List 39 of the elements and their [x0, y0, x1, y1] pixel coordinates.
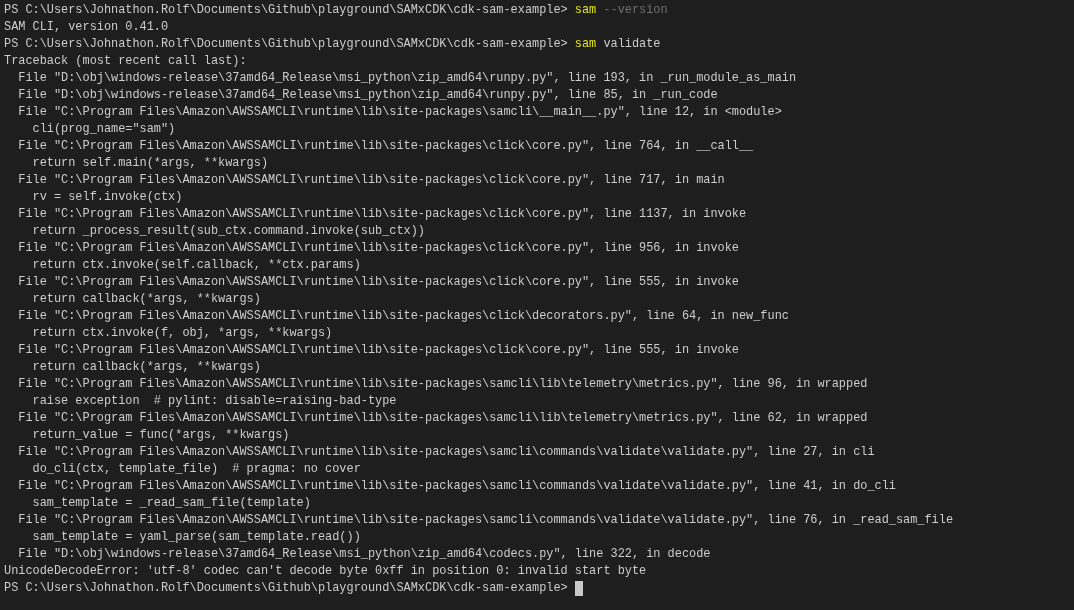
output-line: return _process_result(sub_ctx.command.invoke(sub_ctx)) [31, 223, 425, 240]
output-line: return callback(*args, **kwargs) [31, 291, 261, 308]
output-line: File "C:\Program Files\Amazon\AWSSAMCLI\runtime\lib\site-packages\samcli\lib\telemetry\metrics.py", line 96, in wrapped [17, 376, 868, 393]
output-line: SAM CLI, version 0.41.0 [4, 19, 169, 36]
command-text: sam [574, 36, 597, 53]
output-line: File "C:\Program Files\Amazon\AWSSAMCLI\runtime\lib\site-packages\samcli\commands\validate\validate.py", line 41, in do_cli [17, 478, 896, 495]
output-line: return ctx.invoke(self.callback, **ctx.params) [31, 257, 361, 274]
output-line: File "D:\obj\windows-release\37amd64_Release\msi_python\zip_amd64\runpy.py", line 193, in _run_module_as_main [17, 70, 797, 87]
output-line: File "C:\Program Files\Amazon\AWSSAMCLI\runtime\lib\site-packages\click\decorators.py", line 64, in new_func [17, 308, 789, 325]
argument-text: validate [603, 36, 661, 53]
output-line: File "C:\Program Files\Amazon\AWSSAMCLI\runtime\lib\site-packages\click\core.py", line 764, in __call__ [17, 138, 754, 155]
command-text: sam [574, 2, 597, 19]
output-line: File "C:\Program Files\Amazon\AWSSAMCLI\runtime\lib\site-packages\samcli\__main__.py", line 12, in <module> [17, 104, 782, 121]
output-line: sam_template = _read_sam_file(template) [31, 495, 311, 512]
output-line: do_cli(ctx, template_file) # pragma: no cover [31, 461, 361, 478]
output-line: File "C:\Program Files\Amazon\AWSSAMCLI\runtime\lib\site-packages\samcli\commands\validate\validate.py", line 76, in _read_sam_file [17, 512, 954, 529]
output-line: raise exception # pylint: disable=raising-bad-type [31, 393, 397, 410]
output-line: File "C:\Program Files\Amazon\AWSSAMCLI\runtime\lib\site-packages\click\core.py", line 555, in invoke [17, 274, 739, 291]
prompt-text: PS C:\Users\Johnathon.Rolf\Documents\Github\playground\SAMxCDK\cdk-sam-example> [4, 2, 568, 19]
output-line: return ctx.invoke(f, obj, *args, **kwargs) [31, 325, 333, 342]
output-line: return_value = func(*args, **kwargs) [31, 427, 290, 444]
output-line: return self.main(*args, **kwargs) [31, 155, 268, 172]
output-line: File "C:\Program Files\Amazon\AWSSAMCLI\runtime\lib\site-packages\click\core.py", line 555, in invoke [17, 342, 739, 359]
prompt-text: PS C:\Users\Johnathon.Rolf\Documents\Github\playground\SAMxCDK\cdk-sam-example> [4, 36, 568, 53]
output-line: File "C:\Program Files\Amazon\AWSSAMCLI\runtime\lib\site-packages\click\core.py", line 1137, in invoke [17, 206, 747, 223]
output-line: File "C:\Program Files\Amazon\AWSSAMCLI\runtime\lib\site-packages\samcli\commands\validate\validate.py", line 27, in cli [17, 444, 875, 461]
output-line: Traceback (most recent call last): [4, 53, 247, 70]
output-line: File "D:\obj\windows-release\37amd64_Release\msi_python\zip_amd64\codecs.py", line 322, in decode [17, 546, 711, 563]
output-line: return callback(*args, **kwargs) [31, 359, 261, 376]
output-line: File "C:\Program Files\Amazon\AWSSAMCLI\runtime\lib\site-packages\samcli\lib\telemetry\metrics.py", line 62, in wrapped [17, 410, 868, 427]
output-line: File "C:\Program Files\Amazon\AWSSAMCLI\runtime\lib\site-packages\click\core.py", line 717, in main [17, 172, 725, 189]
parameter-text: --version [603, 2, 668, 19]
output-line: rv = self.invoke(ctx) [31, 189, 183, 206]
output-line: File "D:\obj\windows-release\37amd64_Release\msi_python\zip_amd64\runpy.py", line 85, in _run_code [17, 87, 718, 104]
prompt-text: PS C:\Users\Johnathon.Rolf\Documents\Github\playground\SAMxCDK\cdk-sam-example> [4, 580, 568, 597]
output-line: File "C:\Program Files\Amazon\AWSSAMCLI\runtime\lib\site-packages\click\core.py", line 956, in invoke [17, 240, 739, 257]
output-line: sam_template = yaml_parse(sam_template.read()) [31, 529, 361, 546]
output-line: UnicodeDecodeError: 'utf-8' codec can't decode byte 0xff in position 0: invalid start byte [4, 563, 647, 580]
output-line: cli(prog_name="sam") [31, 121, 176, 138]
